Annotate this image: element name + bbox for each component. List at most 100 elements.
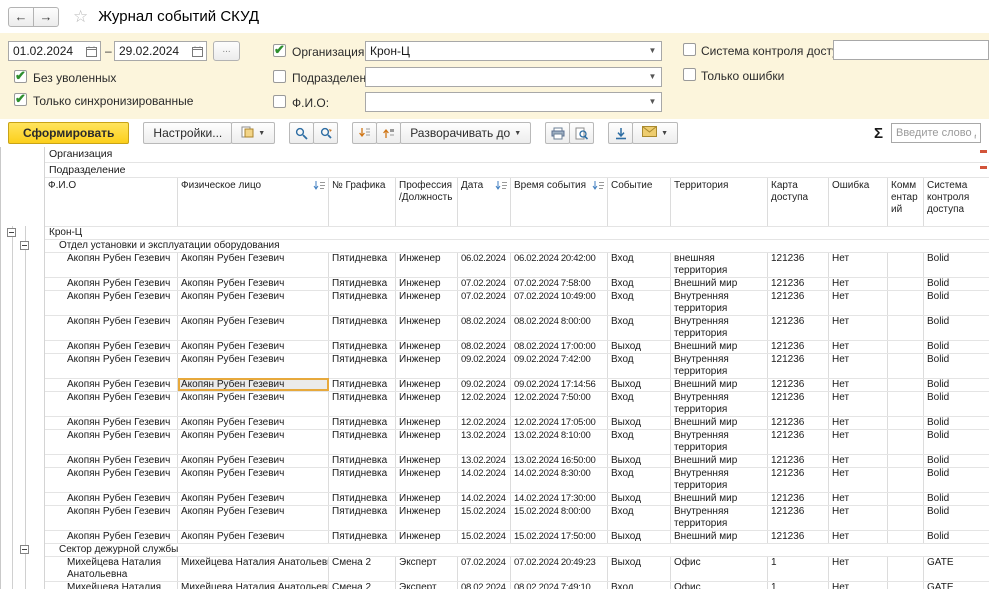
table-cell[interactable]: Акопян Рубен Гезевич: [178, 353, 329, 378]
generate-button[interactable]: Сформировать: [8, 122, 129, 144]
table-cell[interactable]: Вход: [608, 252, 671, 277]
collapse-expander-icon[interactable]: [20, 241, 29, 250]
table-cell[interactable]: Инженер: [396, 492, 458, 505]
table-cell[interactable]: [888, 454, 924, 467]
favorite-star-icon[interactable]: ☆: [73, 7, 88, 27]
table-cell[interactable]: Смена 2: [329, 556, 396, 581]
col-date[interactable]: Дата: [458, 177, 511, 226]
table-cell[interactable]: Bolid: [924, 454, 989, 467]
table-cell[interactable]: Инженер: [396, 290, 458, 315]
table-cell[interactable]: Вход: [608, 429, 671, 454]
table-cell[interactable]: Внешний мир: [671, 454, 768, 467]
fio-combo[interactable]: ▼: [365, 92, 662, 112]
organization-checkbox[interactable]: ✔: [273, 44, 286, 57]
table-cell[interactable]: 121236: [768, 492, 829, 505]
table-cell[interactable]: 13.02.2024 16:50:00: [511, 454, 608, 467]
table-cell[interactable]: Нет: [829, 315, 888, 340]
table-row[interactable]: Акопян Рубен ГезевичАкопян Рубен Гезевич…: [1, 277, 989, 290]
table-cell[interactable]: Акопян Рубен Гезевич: [178, 290, 329, 315]
col-person[interactable]: Физическое лицо: [178, 177, 329, 226]
table-cell[interactable]: 14.02.2024 17:30:00: [511, 492, 608, 505]
table-cell[interactable]: [888, 277, 924, 290]
table-cell[interactable]: GATE: [924, 581, 989, 589]
collapse-expander-icon[interactable]: [20, 545, 29, 554]
col-profession[interactable]: Профессия/Должность: [396, 177, 458, 226]
table-cell[interactable]: Инженер: [396, 340, 458, 353]
table-cell[interactable]: Инженер: [396, 467, 458, 492]
table-cell[interactable]: Вход: [608, 315, 671, 340]
table-cell[interactable]: Bolid: [924, 277, 989, 290]
table-cell[interactable]: 121236: [768, 353, 829, 378]
table-cell[interactable]: Акопян Рубен Гезевич: [178, 454, 329, 467]
band-department[interactable]: Подразделение: [45, 162, 989, 177]
table-cell[interactable]: Внешний мир: [671, 492, 768, 505]
chevron-down-icon[interactable]: ▼: [645, 43, 660, 59]
table-cell[interactable]: 12.02.2024 7:50:00: [511, 391, 608, 416]
table-cell[interactable]: Внутренняя территория: [671, 290, 768, 315]
table-cell[interactable]: Внутренняя территория: [671, 391, 768, 416]
date-from-field[interactable]: 01.02.2024: [8, 41, 101, 61]
table-cell[interactable]: Вход: [608, 290, 671, 315]
table-row[interactable]: Акопян Рубен ГезевичАкопян Рубен Гезевич…: [1, 530, 989, 543]
table-cell[interactable]: 07.02.2024: [458, 556, 511, 581]
table-cell[interactable]: Акопян Рубен Гезевич: [178, 416, 329, 429]
table-cell[interactable]: Вход: [608, 467, 671, 492]
table-cell[interactable]: [888, 429, 924, 454]
table-cell[interactable]: 121236: [768, 391, 829, 416]
table-cell[interactable]: Внутренняя территория: [671, 467, 768, 492]
table-cell[interactable]: 15.02.2024 8:00:00: [511, 505, 608, 530]
table-cell[interactable]: [888, 467, 924, 492]
table-cell[interactable]: Пятидневка: [329, 505, 396, 530]
table-cell[interactable]: 08.02.2024 17:00:00: [511, 340, 608, 353]
table-cell[interactable]: Акопян Рубен Гезевич: [45, 530, 178, 543]
report-variants-button[interactable]: ▼: [231, 122, 275, 144]
table-cell[interactable]: Акопян Рубен Гезевич: [178, 391, 329, 416]
only-errors-checkbox[interactable]: ✔: [683, 68, 696, 81]
table-cell[interactable]: Акопян Рубен Гезевич: [45, 492, 178, 505]
table-cell[interactable]: Bolid: [924, 290, 989, 315]
col-error[interactable]: Ошибка: [829, 177, 888, 226]
table-cell[interactable]: Акопян Рубен Гезевич: [45, 505, 178, 530]
table-cell[interactable]: Bolid: [924, 530, 989, 543]
group-row[interactable]: Сектор дежурной службы: [1, 543, 989, 556]
table-cell[interactable]: 121236: [768, 530, 829, 543]
col-time[interactable]: Время события: [511, 177, 608, 226]
table-cell[interactable]: 09.02.2024 17:14:56: [511, 378, 608, 391]
table-cell[interactable]: 15.02.2024: [458, 530, 511, 543]
autosum-button[interactable]: Σ: [874, 125, 883, 142]
table-cell[interactable]: Пятидневка: [329, 416, 396, 429]
table-cell[interactable]: Нет: [829, 467, 888, 492]
table-cell[interactable]: Bolid: [924, 340, 989, 353]
table-cell[interactable]: Вход: [608, 581, 671, 589]
table-cell[interactable]: 13.02.2024: [458, 429, 511, 454]
table-cell[interactable]: 06.02.2024 20:42:00: [511, 252, 608, 277]
table-cell[interactable]: Михейцева Наталия Анатольевна: [45, 581, 178, 589]
band-row-department[interactable]: Подразделение: [1, 162, 989, 177]
table-cell[interactable]: 121236: [768, 315, 829, 340]
col-territory[interactable]: Территория: [671, 177, 768, 226]
quick-search-input[interactable]: [891, 123, 981, 143]
table-cell[interactable]: Bolid: [924, 467, 989, 492]
table-cell[interactable]: 12.02.2024: [458, 391, 511, 416]
table-cell[interactable]: Акопян Рубен Гезевич: [45, 290, 178, 315]
table-row[interactable]: Акопян Рубен ГезевичАкопян Рубен Гезевич…: [1, 252, 989, 277]
table-cell[interactable]: Пятидневка: [329, 492, 396, 505]
table-cell[interactable]: 121236: [768, 416, 829, 429]
table-row[interactable]: Акопян Рубен ГезевичАкопян Рубен Гезевич…: [1, 429, 989, 454]
table-cell[interactable]: Михейцева Наталия Анатольевна: [45, 556, 178, 581]
table-cell[interactable]: Выход: [608, 416, 671, 429]
col-acs[interactable]: Система контроля доступа: [924, 177, 989, 226]
table-cell[interactable]: 15.02.2024: [458, 505, 511, 530]
date-more-button[interactable]: ...: [213, 41, 240, 61]
table-cell[interactable]: Акопян Рубен Гезевич: [178, 277, 329, 290]
table-cell[interactable]: Вход: [608, 505, 671, 530]
table-cell[interactable]: Акопян Рубен Гезевич: [178, 340, 329, 353]
table-cell[interactable]: Bolid: [924, 429, 989, 454]
table-cell[interactable]: Акопян Рубен Гезевич: [45, 353, 178, 378]
table-cell[interactable]: Внутренняя территория: [671, 429, 768, 454]
table-cell[interactable]: Пятидневка: [329, 454, 396, 467]
group-row[interactable]: Крон-Ц: [1, 226, 989, 239]
table-row[interactable]: Акопян Рубен ГезевичАкопян Рубен Гезевич…: [1, 353, 989, 378]
table-cell[interactable]: Внешний мир: [671, 277, 768, 290]
table-row[interactable]: Акопян Рубен ГезевичАкопян Рубен Гезевич…: [1, 505, 989, 530]
